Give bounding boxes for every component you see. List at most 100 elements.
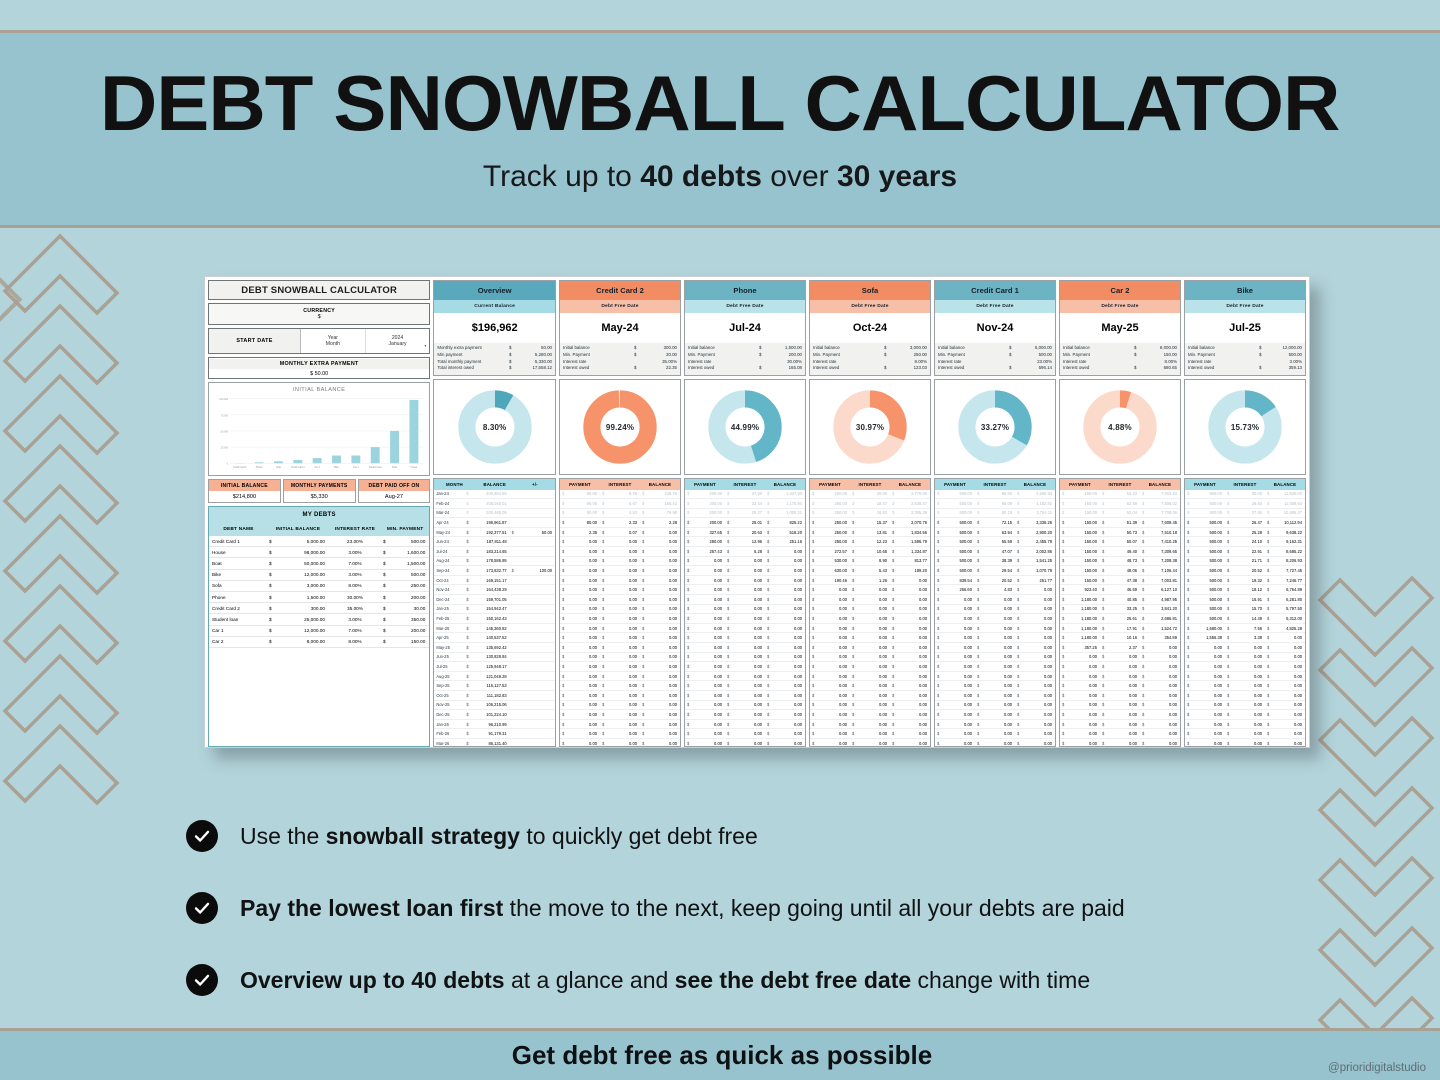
table-row[interactable]: $150.00 $52.69 $7,806.02	[1060, 499, 1180, 509]
table-row[interactable]: $0.00 $0.00 $0.00	[685, 566, 805, 576]
currency-field[interactable]: CURRENCY $	[208, 303, 431, 325]
table-row[interactable]: Dec-24 $159,701.05	[434, 595, 555, 605]
table-row[interactable]: $0.00 $0.00 $0.00	[685, 557, 805, 567]
table-row[interactable]: $0.00 $0.00 $0.00	[560, 653, 680, 663]
table-row[interactable]: May-24 $192,377.51 $50.00	[434, 528, 555, 538]
table-row[interactable]: $500.00 $29.54 $1,070.79	[935, 566, 1055, 576]
table-row[interactable]: Nov-25 $106,215.06	[434, 701, 555, 711]
table-row[interactable]: $150.00 $52.04 $7,708.06	[1060, 509, 1180, 519]
table-row[interactable]: Jul-24 $183,214.65	[434, 547, 555, 557]
table-row[interactable]: $500.00 $55.59 $2,455.79	[935, 537, 1055, 548]
table-row[interactable]: Student loan $25,000.00 3.00% $350.00	[209, 614, 430, 626]
table-row[interactable]: Car 2 $8,000.00 8.00% $150.00	[209, 637, 430, 648]
table-row[interactable]: $250.00 $15.37 $2,070.76	[810, 518, 930, 528]
table-row[interactable]: $500.00 $25.28 $9,638.22	[1185, 528, 1305, 538]
table-row[interactable]: Nov-24 $164,438.29	[434, 585, 555, 596]
table-row[interactable]: Jan-26 $96,210.99	[434, 720, 555, 730]
table-row[interactable]: $0.00 $0.00 $0.00	[810, 624, 930, 634]
table-row[interactable]: $0.00 $0.00 $0.00	[560, 729, 680, 739]
table-row[interactable]: $0.00 $0.00 $0.00	[560, 691, 680, 701]
table-row[interactable]: $0.00 $0.00 $0.00	[1185, 739, 1305, 746]
table-row[interactable]: $500.00 $27.65 $10,586.47	[1185, 509, 1305, 519]
table-row[interactable]: $0.00 $0.00 $0.00	[685, 576, 805, 586]
table-row[interactable]: $500.00 $95.83 $4,595.83	[935, 490, 1055, 500]
table-row[interactable]: $0.00 $0.00 $0.00	[1060, 691, 1180, 701]
table-row[interactable]: House $98,000.00 3.00% $1,600.00	[209, 547, 430, 559]
table-row[interactable]: $0.00 $0.00 $0.00	[935, 681, 1055, 691]
table-row[interactable]: Jun-25 $130,828.84	[434, 653, 555, 663]
table-row[interactable]: $250.00 $20.00 $2,770.00	[810, 490, 930, 500]
table-row[interactable]: $150.00 $48.73 $7,208.38	[1060, 557, 1180, 567]
table-row[interactable]: $0.00 $0.00 $0.00	[935, 710, 1055, 720]
table-row[interactable]: $0.00 $0.00 $0.00	[935, 614, 1055, 624]
table-row[interactable]: $500.00 $80.19 $3,764.11	[935, 509, 1055, 519]
my-debts-table[interactable]: MY DEBTS DEBT NAME INITIAL BALANCE INTER…	[208, 506, 431, 747]
table-row[interactable]: $250.00 $12.23 $1,596.79	[810, 537, 930, 548]
table-row[interactable]: $80.00 $6.67 $155.42	[560, 499, 680, 509]
table-row[interactable]: $200.00 $33.44 $1,170.94	[685, 499, 805, 509]
table-row[interactable]: Mar-26 $86,131.40	[434, 739, 555, 746]
table-row[interactable]: $0.00 $0.00 $0.00	[810, 729, 930, 739]
table-row[interactable]: $280.00 $12.96 $251.16	[685, 537, 805, 548]
table-row[interactable]: $0.00 $0.00 $0.00	[935, 691, 1055, 701]
table-row[interactable]: $200.00 $37.50 $1,337.50	[685, 490, 805, 500]
table-row[interactable]: $0.00 $0.00 $0.00	[810, 595, 930, 605]
table-row[interactable]: $500.00 $26.47 $10,112.94	[1185, 518, 1305, 528]
table-row[interactable]: $0.00 $0.00 $0.00	[1060, 720, 1180, 730]
table-row[interactable]: $0.00 $0.00 $0.00	[560, 643, 680, 653]
table-row[interactable]: May-25 $135,692.42	[434, 643, 555, 653]
table-row[interactable]: $0.00 $0.00 $0.00	[1185, 653, 1305, 663]
table-row[interactable]: Feb-24 $205,040.01	[434, 499, 555, 509]
table-row[interactable]: $1,680.00 $7.56 $4,825.28	[1185, 624, 1305, 634]
table-row[interactable]: $0.00 $0.00 $0.00	[685, 691, 805, 701]
table-row[interactable]: $150.00 $47.38 $7,003.81	[1060, 576, 1180, 586]
table-row[interactable]: $0.00 $0.00 $0.00	[560, 576, 680, 586]
table-row[interactable]: $0.00 $0.00 $0.00	[1060, 672, 1180, 682]
table-row[interactable]: $500.00 $47.07 $2,002.86	[935, 547, 1055, 557]
table-row[interactable]: $0.00 $0.00 $0.00	[935, 643, 1055, 653]
table-row[interactable]: Jan-25 $154,942.47	[434, 605, 555, 615]
table-row[interactable]: $0.00 $0.00 $0.00	[685, 643, 805, 653]
table-row[interactable]: $0.00 $0.00 $0.00	[560, 595, 680, 605]
table-row[interactable]: $1,180.00 $33.25 $3,841.20	[1060, 605, 1180, 615]
table-row[interactable]: $250.00 $13.81 $1,834.56	[810, 528, 930, 538]
table-row[interactable]: $80.00 $2.33 $2.28	[560, 518, 680, 528]
table-row[interactable]: $0.00 $0.00 $0.00	[810, 681, 930, 691]
table-row[interactable]: $500.00 $28.83 $11,058.83	[1185, 499, 1305, 509]
table-row[interactable]: $200.00 $29.27 $1,000.21	[685, 509, 805, 519]
table-row[interactable]: Sofa $3,000.00 8.00% $250.00	[209, 581, 430, 592]
table-row[interactable]: $0.00 $0.00 $0.00	[810, 701, 930, 711]
table-row[interactable]: $1,180.00 $40.85 $4,987.95	[1060, 595, 1180, 605]
table-row[interactable]: $257.43 $6.28 $0.00	[685, 547, 805, 557]
table-row[interactable]: $0.00 $0.00 $0.00	[560, 624, 680, 634]
table-row[interactable]: $0.00 $0.00 $0.00	[935, 653, 1055, 663]
table-row[interactable]: $500.00 $38.39 $1,541.25	[935, 557, 1055, 567]
table-row[interactable]: Phone $1,500.00 30.00% $200.00	[209, 592, 430, 604]
table-row[interactable]: $0.00 $0.00 $0.00	[1060, 653, 1180, 663]
table-row[interactable]: $80.00 $8.75 $228.75	[560, 490, 680, 500]
table-row[interactable]: Car 1 $12,000.00 7.00% $200.00	[209, 626, 430, 637]
table-row[interactable]: $0.00 $0.00 $0.00	[810, 739, 930, 746]
table-row[interactable]: $0.00 $0.00 $0.00	[685, 710, 805, 720]
table-row[interactable]: $0.00 $0.00 $0.00	[1185, 672, 1305, 682]
chevron-down-icon[interactable]: ▾	[424, 343, 426, 348]
table-row[interactable]: $0.00 $0.00 $0.00	[810, 672, 930, 682]
table-row[interactable]: $0.00 $0.00 $0.00	[1060, 739, 1180, 746]
table-row[interactable]: $1,180.00 $25.61 $2,686.81	[1060, 614, 1180, 624]
table-row[interactable]: $1,556.38 $3.38 $0.00	[1185, 633, 1305, 643]
table-row[interactable]: $0.00 $0.00 $0.00	[685, 729, 805, 739]
table-row[interactable]: $0.00 $0.00 $0.00	[1060, 710, 1180, 720]
table-row[interactable]: $500.00 $63.94 $2,900.20	[935, 528, 1055, 538]
debt-amortization-table[interactable]: PAYMENT INTEREST BALANCE $150.00 $53.33 …	[1059, 478, 1181, 747]
table-row[interactable]: $0.00 $0.00 $0.00	[810, 643, 930, 653]
start-value-cell[interactable]: 2024 January ▾	[366, 329, 430, 353]
table-row[interactable]: $500.00 $19.32 $7,246.77	[1185, 576, 1305, 586]
table-row[interactable]: Aug-24 $178,586.95	[434, 557, 555, 567]
table-row[interactable]: Dec-25 $101,224.10	[434, 710, 555, 720]
table-row[interactable]: $0.00 $0.00 $0.00	[560, 614, 680, 624]
table-row[interactable]: $0.00 $0.00 $0.00	[560, 701, 680, 711]
table-row[interactable]: $150.00 $49.40 $7,309.65	[1060, 547, 1180, 557]
table-row[interactable]: $0.00 $0.00 $0.00	[685, 739, 805, 746]
table-row[interactable]: $500.00 $18.12 $6,764.89	[1185, 585, 1305, 596]
table-row[interactable]: $0.00 $0.00 $0.00	[560, 710, 680, 720]
